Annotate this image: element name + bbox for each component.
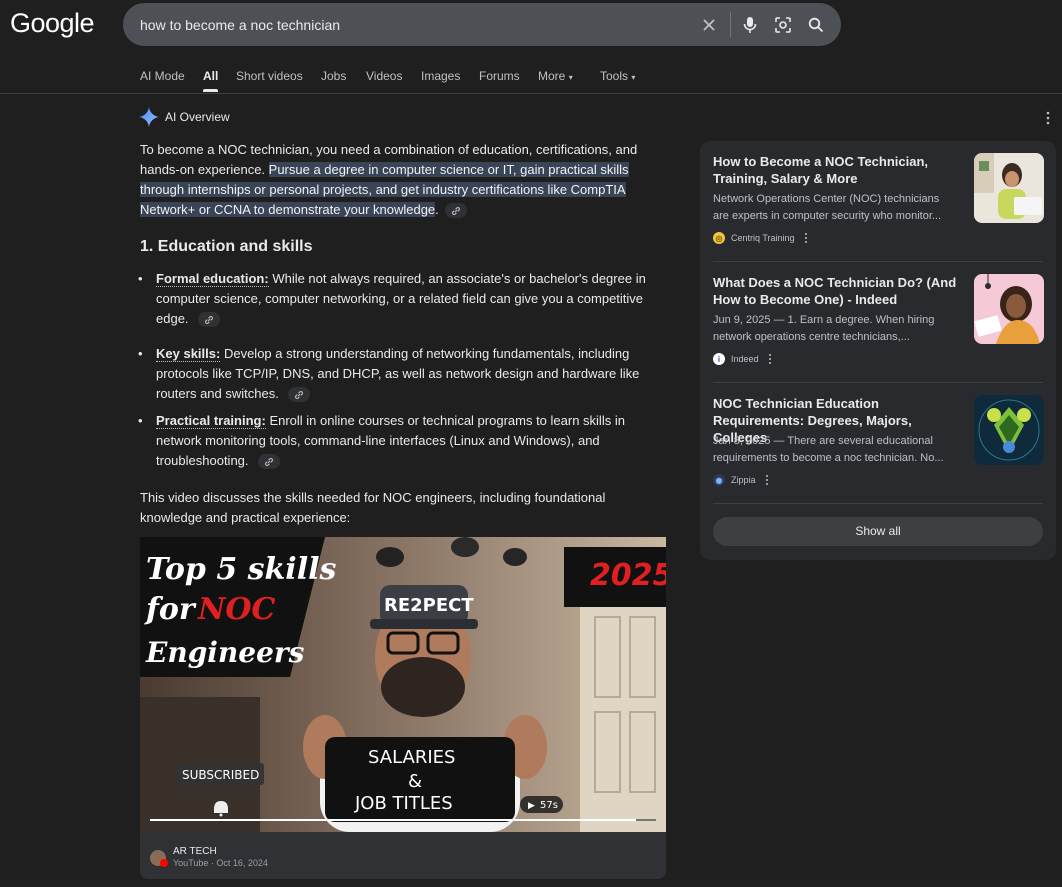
source-card[interactable]: What Does a NOC Technician Do? (And How …	[713, 274, 1044, 374]
search-icon[interactable]	[805, 14, 827, 36]
source-snippet-line: requirements to become a noc technician.…	[713, 452, 944, 464]
search-input[interactable]	[140, 3, 680, 46]
source-card[interactable]: How to Become a NOC Technician, Training…	[713, 153, 1044, 253]
centriq-favicon: ◎	[713, 232, 725, 244]
bullet-text: Develop a strong understanding of networ…	[156, 346, 640, 401]
youtube-icon	[160, 859, 168, 867]
sources-panel: How to Become a NOC Technician, Training…	[700, 141, 1056, 560]
source-site: Zippia	[731, 475, 756, 485]
source-snippet: Network Operations Center (NOC) technici…	[713, 191, 963, 225]
video-title-line-4: Engineers	[145, 636, 305, 669]
bullet-term: Key skills:	[156, 346, 221, 362]
source-snippet: Jan 8, 2025 — There are several educatio…	[713, 433, 963, 467]
zippia-favicon: ◉	[713, 474, 725, 486]
list-item: Formal education: While not always requi…	[138, 269, 661, 329]
tab-tools-label: Tools	[600, 69, 629, 83]
source-title[interactable]: How to Become a NOC Technician, Training…	[713, 153, 968, 187]
source-title[interactable]: What Does a NOC Technician Do? (And How …	[713, 274, 968, 308]
source-snippet-line: network operations centre technicians,..…	[713, 331, 910, 343]
clear-icon[interactable]	[698, 14, 720, 36]
tab-more[interactable]: More ▾	[538, 68, 573, 92]
lens-icon[interactable]	[772, 14, 794, 36]
divider	[713, 503, 1043, 504]
ai-overview-header: AI Overview	[139, 107, 230, 127]
ai-overview-intro: To become a NOC technician, you need a c…	[140, 140, 660, 220]
source-meta: ◉ Zippia	[713, 474, 768, 486]
tab-more-label: More	[538, 69, 566, 83]
source-snippet-line: are experts in computer security who mon…	[713, 210, 942, 222]
google-logo[interactable]: Google	[10, 8, 95, 39]
source-thumbnail	[974, 153, 1044, 223]
source-thumbnail	[974, 274, 1044, 344]
video-subscribed-text: SUBSCRIBED	[182, 768, 259, 782]
video-intro-text: This video discusses the skills needed f…	[140, 490, 606, 525]
link-icon[interactable]	[258, 454, 281, 470]
list-item: Key skills: Develop a strong understandi…	[138, 344, 661, 404]
search-box[interactable]	[123, 3, 841, 46]
video-progress-fill[interactable]	[150, 819, 636, 821]
video-shirt-line-2: &	[408, 771, 422, 792]
more-options-icon[interactable]	[765, 475, 768, 485]
source-site: Indeed	[731, 354, 759, 364]
search-divider	[730, 12, 731, 37]
video-source-bar[interactable]: AR TECH YouTube · Oct 16, 2024	[140, 832, 666, 879]
source-thumbnail	[974, 395, 1044, 465]
video-duration: 57s	[540, 800, 558, 811]
video-cap-text: RE2PECT	[384, 595, 474, 616]
tab-all[interactable]: All	[203, 68, 219, 92]
source-meta: i Indeed	[713, 353, 771, 365]
tab-forums[interactable]: Forums	[479, 68, 520, 92]
chevron-down-icon: ▾	[568, 73, 573, 82]
microphone-icon[interactable]	[739, 14, 761, 36]
source-card[interactable]: NOC Technician Education Requirements: D…	[713, 395, 1044, 495]
chevron-down-icon: ▾	[631, 73, 636, 82]
source-meta: ◎ Centriq Training	[713, 232, 807, 244]
indeed-favicon: i	[713, 353, 725, 365]
tab-images[interactable]: Images	[421, 68, 460, 92]
tab-short-videos[interactable]: Short videos	[236, 68, 303, 92]
divider	[713, 261, 1043, 262]
link-icon[interactable]	[444, 203, 467, 219]
bullet-term: Practical training:	[156, 413, 266, 429]
more-options-icon[interactable]	[768, 354, 771, 364]
tab-jobs[interactable]: Jobs	[321, 68, 346, 92]
source-snippet: Jun 9, 2025 — 1. Earn a degree. When hir…	[713, 312, 963, 346]
link-icon[interactable]	[198, 312, 221, 328]
intro-end: .	[435, 202, 439, 217]
video-thumbnail: Top 5 skills for NOC Engineers 2025 RE2P…	[140, 537, 666, 832]
source-snippet-line: Jan 8, 2025 — There are several educatio…	[713, 435, 933, 447]
bullet-term: Formal education:	[156, 271, 269, 287]
ai-overview-label: AI Overview	[165, 110, 230, 124]
video-shirt-line-3: JOB TITLES	[354, 793, 453, 814]
link-icon[interactable]	[288, 387, 311, 403]
tabs-divider	[0, 93, 1062, 94]
source-site: Centriq Training	[731, 233, 795, 243]
section-heading: 1. Education and skills	[140, 238, 313, 255]
more-options-icon[interactable]	[804, 233, 807, 243]
show-all-button[interactable]: Show all	[713, 517, 1043, 546]
tab-tools[interactable]: Tools ▾	[600, 68, 635, 92]
video-shirt-line-1: SALARIES	[368, 747, 455, 768]
video-title-line-3: NOC	[197, 592, 276, 627]
video-title-line-1: Top 5 skills	[146, 552, 336, 587]
video-meta: YouTube · Oct 16, 2024	[173, 858, 268, 868]
tab-ai-mode[interactable]: AI Mode	[140, 68, 185, 92]
tab-videos[interactable]: Videos	[366, 68, 402, 92]
source-snippet-line: Jun 9, 2025 — 1. Earn a degree. When hir…	[713, 314, 935, 326]
more-options-icon[interactable]	[1042, 110, 1054, 126]
video-year: 2025	[590, 558, 666, 593]
play-icon: ▶	[528, 800, 535, 810]
sparkle-icon	[139, 107, 159, 127]
divider	[713, 382, 1043, 383]
video-player[interactable]: Top 5 skills for NOC Engineers 2025 RE2P…	[140, 537, 666, 832]
list-item: Practical training: Enroll in online cou…	[138, 411, 661, 471]
channel-name: AR TECH	[173, 846, 217, 857]
video-title-line-2: for	[144, 592, 197, 627]
source-snippet-line: Network Operations Center (NOC) technici…	[713, 193, 940, 205]
